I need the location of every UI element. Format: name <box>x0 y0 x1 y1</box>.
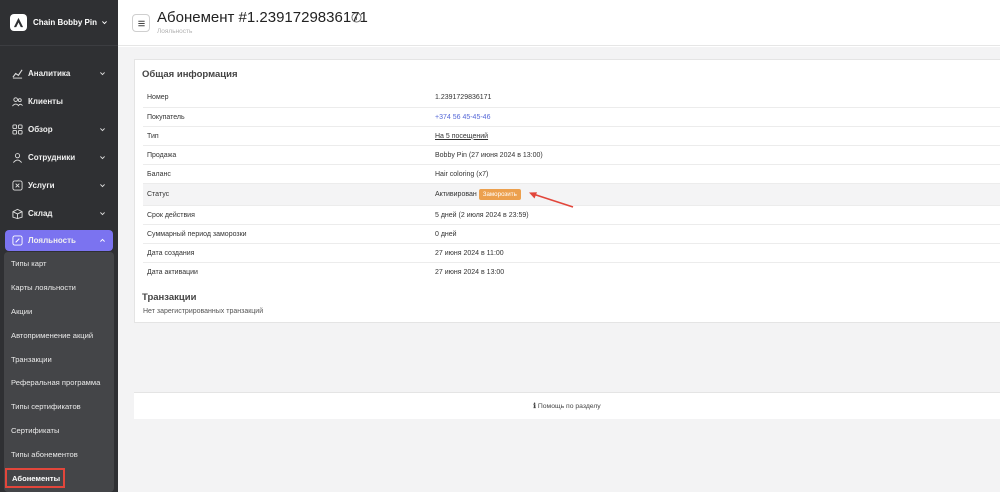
transactions-empty-text: Нет зарегистрированных транзакций <box>143 308 264 315</box>
hamburger-icon <box>137 20 145 26</box>
chevron-down-icon <box>98 153 106 161</box>
sidebar-item-label: Обзор <box>28 124 53 134</box>
info-icon[interactable] <box>351 12 362 23</box>
row-value: 0 дней <box>435 230 457 238</box>
row-key: Баланс <box>147 170 171 178</box>
table-row: Покупатель +374 56 45-45-46 <box>143 107 1000 126</box>
general-info-heading: Общая информация <box>142 69 238 80</box>
submenu-item-card-types[interactable]: Типы карт <box>4 252 114 276</box>
table-row: Суммарный период заморозки 0 дней <box>143 224 1000 243</box>
submenu-item-transactions[interactable]: Транзакции <box>4 347 114 371</box>
sidebar: Chain Bobby Pin Аналитика Клиенты Обзор … <box>0 0 118 492</box>
sidebar-item-label: Лояльность <box>28 236 76 245</box>
row-value: 27 июня 2024 в 13:00 <box>435 268 505 276</box>
sidebar-item-label: Услуги <box>28 180 55 190</box>
sidebar-item-staff[interactable]: Сотрудники <box>5 143 113 171</box>
row-value: 27 июня 2024 в 11:00 <box>435 249 504 257</box>
submenu-item-promotions[interactable]: Акции <box>4 300 114 324</box>
table-row: Дата активации 27 июня 2024 в 13:00 <box>143 262 1000 281</box>
scissors-icon <box>12 179 23 191</box>
breadcrumb[interactable]: Лояльность <box>157 28 192 35</box>
row-value: Hair coloring (x7) <box>435 170 489 178</box>
page-title: Абонемент #1.2391729836171 <box>157 9 368 26</box>
submenu-item-certificates[interactable]: Сертификаты <box>4 419 114 443</box>
loyalty-submenu: Типы карт Карты лояльности Акции Автопри… <box>4 252 114 492</box>
row-key: Дата активации <box>147 268 198 276</box>
table-row: Баланс Hair coloring (x7) <box>143 164 1000 183</box>
chevron-down-icon <box>98 69 106 77</box>
chevron-down-icon <box>98 181 106 189</box>
table-row: Дата создания 27 июня 2024 в 11:00 <box>143 243 1000 262</box>
row-key: Покупатель <box>147 113 185 121</box>
submenu-item-auto-promotions[interactable]: Автоприменение акций <box>4 323 114 347</box>
row-key: Продажа <box>147 151 177 159</box>
page-header: Абонемент #1.2391729836171 Лояльность <box>118 0 1000 46</box>
chevron-up-icon <box>98 237 106 245</box>
person-icon <box>12 152 23 163</box>
sidebar-item-label: Аналитика <box>28 68 71 78</box>
sidebar-item-label: Клиенты <box>28 96 63 106</box>
sidebar-item-label: Сотрудники <box>28 152 76 162</box>
submenu-item-referral[interactable]: Реферальная программа <box>4 371 114 395</box>
subscription-type-link[interactable]: На 5 посещений <box>435 133 488 140</box>
help-link[interactable]: Помощь по разделу <box>538 403 601 410</box>
chevron-down-icon <box>98 209 106 217</box>
sidebar-item-clients[interactable]: Клиенты <box>5 87 113 115</box>
customer-phone-link[interactable]: +374 56 45-45-46 <box>435 114 490 121</box>
brand-switcher[interactable]: Chain Bobby Pin <box>0 0 118 46</box>
sidebar-item-warehouse[interactable]: Склад <box>5 199 113 227</box>
chevron-down-icon <box>100 19 108 27</box>
row-key: Дата создания <box>147 249 195 257</box>
row-key: Срок действия <box>147 211 195 219</box>
submenu-item-loyalty-cards[interactable]: Карты лояльности <box>4 276 114 300</box>
sidebar-item-overview[interactable]: Обзор <box>5 115 113 143</box>
row-key: Тип <box>147 132 159 140</box>
row-value: 1.2391729836171 <box>435 94 492 101</box>
submenu-item-subscription-types[interactable]: Типы абонементов <box>4 442 114 466</box>
row-value: Bobby Pin (27 июня 2024 в 13:00) <box>435 151 543 159</box>
row-key: Номер <box>147 94 169 101</box>
freeze-button[interactable]: Заморозить <box>478 189 521 200</box>
table-row: Тип На 5 посещений <box>143 126 1000 145</box>
loyalty-icon <box>12 235 23 246</box>
menu-toggle-button[interactable] <box>132 14 150 32</box>
chevron-down-icon <box>98 125 106 133</box>
table-row: Продажа Bobby Pin (27 июня 2024 в 13:00) <box>143 145 1000 164</box>
submenu-item-subscriptions[interactable]: Абонементы <box>5 468 65 489</box>
chart-icon <box>12 68 23 79</box>
sidebar-item-loyalty[interactable]: Лояльность <box>5 230 113 251</box>
transactions-heading: Транзакции <box>142 292 197 303</box>
main-content: Общая информация Номер 1.2391729836171 П… <box>118 47 1000 492</box>
table-row: Номер 1.2391729836171 <box>143 88 1000 107</box>
submenu-item-certificate-types[interactable]: Типы сертификатов <box>4 395 114 419</box>
grid-icon <box>12 123 23 135</box>
box-icon <box>12 208 23 219</box>
row-value: 5 дней (2 июля 2024 в 23:59) <box>435 211 529 219</box>
brand-name: Chain Bobby Pin <box>33 18 97 27</box>
row-key: Статус <box>147 191 170 198</box>
sidebar-item-label: Склад <box>28 208 53 218</box>
main-nav: Аналитика Клиенты Обзор Сотрудники Услуг… <box>0 46 118 492</box>
status-value: Активирован <box>435 191 477 198</box>
annotation-arrow-icon <box>529 192 574 208</box>
info-small-icon: ℹ <box>533 403 536 410</box>
brand-logo-icon <box>10 14 27 31</box>
users-icon <box>12 96 23 107</box>
info-table: Номер 1.2391729836171 Покупатель +374 56… <box>143 88 1000 281</box>
sidebar-item-analytics[interactable]: Аналитика <box>5 59 113 87</box>
row-key: Суммарный период заморозки <box>147 230 247 238</box>
sidebar-item-services[interactable]: Услуги <box>5 171 113 199</box>
help-footer[interactable]: ℹ Помощь по разделу <box>134 392 1000 419</box>
